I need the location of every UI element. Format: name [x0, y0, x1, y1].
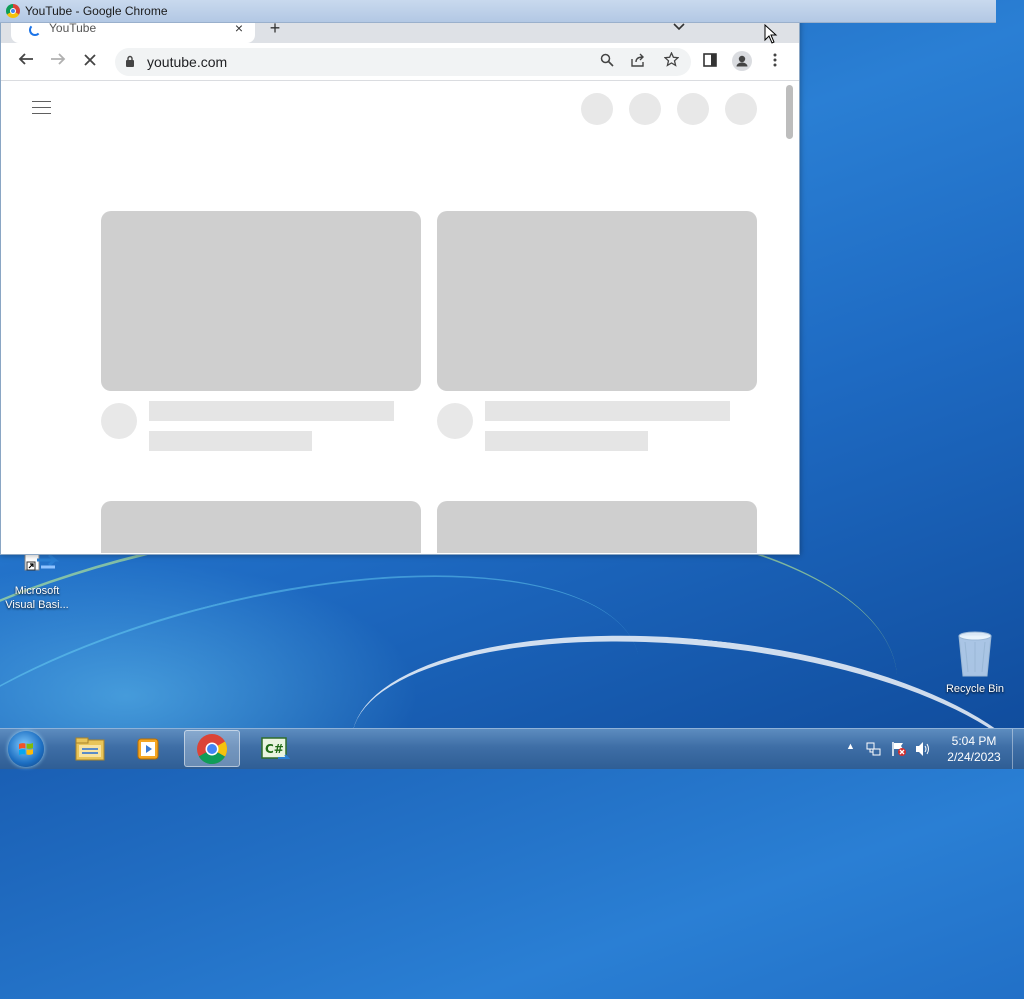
taskbar-visual-csharp[interactable]: C# [246, 730, 302, 767]
back-button[interactable] [15, 51, 37, 73]
channel-avatar-placeholder [437, 403, 473, 439]
video-thumbnail-placeholder [437, 211, 757, 391]
window-title: YouTube - Google Chrome [25, 4, 168, 18]
person-icon [732, 51, 752, 71]
search-icon[interactable] [597, 52, 617, 72]
page-scrollbar[interactable] [783, 81, 798, 553]
mouse-cursor-icon [764, 24, 778, 44]
back-arrow-icon [18, 53, 33, 65]
action-center-flag-icon[interactable] [891, 741, 907, 760]
windows-logo-icon [19, 743, 33, 755]
url-text[interactable]: youtube.com [147, 54, 227, 70]
volume-icon[interactable] [914, 741, 932, 760]
chrome-window: YouTube × + youtube.com [0, 0, 800, 555]
more-vert-icon [773, 53, 777, 67]
video-thumbnail-placeholder [437, 501, 757, 553]
meta-line-placeholder [485, 431, 648, 451]
profile-button[interactable] [731, 51, 753, 73]
address-bar[interactable]: youtube.com [115, 48, 691, 76]
tab-youtube[interactable]: YouTube × [11, 20, 255, 43]
loading-spinner-icon [29, 24, 41, 36]
wallpaper-swoosh [338, 604, 1024, 942]
title-line-placeholder [149, 401, 394, 421]
media-player-icon [137, 738, 159, 760]
visual-basic-icon [24, 553, 60, 571]
meta-line-placeholder [149, 431, 312, 451]
video-thumbnail-placeholder [101, 211, 421, 391]
desktop-icon-label: Recycle Bin [945, 683, 1005, 695]
scrollbar-thumb[interactable] [786, 85, 793, 139]
stop-loading-button[interactable] [79, 51, 101, 73]
browser-toolbar: youtube.com [1, 43, 799, 81]
close-icon [84, 54, 96, 66]
side-panel-icon [703, 53, 717, 67]
show-desktop-button[interactable] [1012, 729, 1024, 769]
desktop-icon-label: Microsoft Visual Basi... [5, 585, 69, 611]
csharp-icon: C# [261, 737, 290, 759]
lock-icon [126, 55, 134, 67]
clock-date: 2/24/2023 [947, 750, 1001, 764]
desktop-icon-visual-basic[interactable]: Microsoft Visual Basi... [2, 552, 72, 612]
header-placeholder-circle [725, 93, 757, 125]
header-placeholder-circle [581, 93, 613, 125]
recycle-bin-icon [958, 631, 992, 677]
forward-button[interactable] [47, 51, 69, 73]
tab-title: YouTube [49, 21, 97, 35]
taskbar-media-player[interactable] [122, 730, 178, 767]
taskbar: C# ▲ 5:04 PM 2/24/2023 [0, 728, 1024, 769]
folder-icon [75, 737, 105, 761]
hamburger-menu-icon[interactable] [32, 101, 52, 115]
start-button[interactable] [8, 731, 44, 767]
show-hidden-icons-button[interactable]: ▲ [846, 741, 855, 751]
window-title-bar[interactable]: YouTube - Google Chrome [0, 0, 996, 23]
header-placeholder-circle [677, 93, 709, 125]
taskbar-file-explorer[interactable] [62, 730, 118, 767]
chrome-logo-icon [6, 4, 20, 18]
menu-button[interactable] [764, 51, 786, 73]
tab-strip: YouTube × + [1, 18, 799, 43]
taskbar-google-chrome[interactable] [184, 730, 240, 767]
page-viewport [2, 81, 782, 553]
desktop-icon-recycle-bin[interactable]: Recycle Bin [940, 630, 1010, 696]
network-icon[interactable] [866, 741, 882, 760]
video-thumbnail-placeholder [101, 501, 421, 553]
clock-time: 5:04 PM [951, 734, 997, 748]
svg-text:C#: C# [265, 742, 284, 756]
system-clock[interactable]: 5:04 PM 2/24/2023 [940, 733, 1008, 765]
header-placeholder-circle [629, 93, 661, 125]
title-line-placeholder [485, 401, 730, 421]
share-icon[interactable] [628, 52, 648, 72]
forward-arrow-icon [51, 53, 66, 65]
side-panel-button[interactable] [699, 51, 721, 73]
chrome-logo-icon [197, 734, 228, 765]
bookmark-star-icon[interactable] [661, 51, 681, 72]
channel-avatar-placeholder [101, 403, 137, 439]
